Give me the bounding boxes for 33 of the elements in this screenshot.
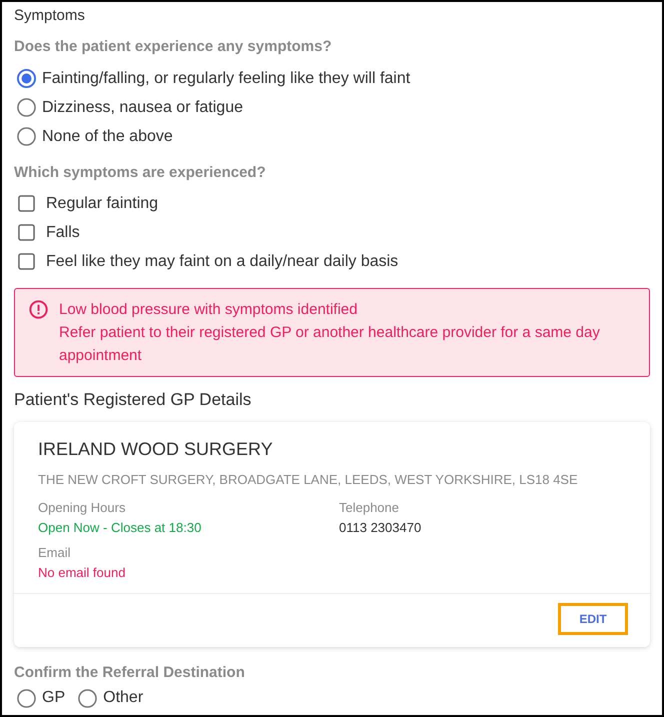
- checkbox-icon[interactable]: [18, 253, 35, 270]
- alert-message: Refer patient to their registered GP or another healthcare provider for a same day appointment: [59, 323, 601, 366]
- radio-option[interactable]: GP: [14, 684, 66, 712]
- checkbox-option[interactable]: Regular fainting: [14, 189, 158, 218]
- radio-unselected-icon[interactable]: [78, 688, 98, 708]
- radio-option[interactable]: None of the above: [14, 122, 173, 151]
- section-title: Symptoms: [14, 6, 86, 26]
- question-label: Confirm the Referral Destination: [14, 663, 246, 683]
- alert-title: Low blood pressure with symptoms identified: [59, 300, 358, 320]
- checkbox-icon[interactable]: [18, 195, 35, 212]
- radio-option[interactable]: Fainting/falling, or regularly feeling like they will faint: [14, 64, 410, 93]
- opening-status: Open Now - Closes at 18:30: [38, 519, 202, 537]
- radio-unselected-icon[interactable]: [17, 98, 36, 117]
- radio-option[interactable]: Other: [75, 684, 144, 712]
- field-label: Opening Hours: [38, 499, 126, 517]
- field-label: Telephone: [339, 499, 399, 517]
- edit-button[interactable]: EDIT: [558, 603, 628, 635]
- practice-address: THE NEW CROFT SURGERY, BROADGATE LANE, LEEDS, WEST YORKSHIRE, LS18 4SE: [38, 471, 579, 489]
- checkbox-icon[interactable]: [18, 224, 35, 241]
- radio-unselected-icon[interactable]: [17, 127, 36, 146]
- checkbox-option[interactable]: Falls: [14, 218, 80, 247]
- radio-option[interactable]: Dizziness, nausea or fatigue: [14, 93, 243, 122]
- checkbox-option[interactable]: Feel like they may faint on a daily/near daily basis: [14, 247, 398, 276]
- question-label: Which symptoms are experienced?: [14, 163, 267, 183]
- field-value: 0113 2303470: [339, 519, 422, 537]
- radio-unselected-icon[interactable]: [17, 688, 36, 708]
- field-label: Email: [38, 544, 71, 562]
- radio-selected-icon[interactable]: [17, 69, 36, 88]
- question-label: Does the patient experience any symptoms?: [14, 37, 333, 57]
- section-heading: Patient's Registered GP Details: [14, 389, 252, 411]
- exclamation-circle-icon: [29, 300, 48, 319]
- practice-name: IRELAND WOOD SURGERY: [38, 438, 274, 461]
- email-value: No email found: [38, 564, 126, 582]
